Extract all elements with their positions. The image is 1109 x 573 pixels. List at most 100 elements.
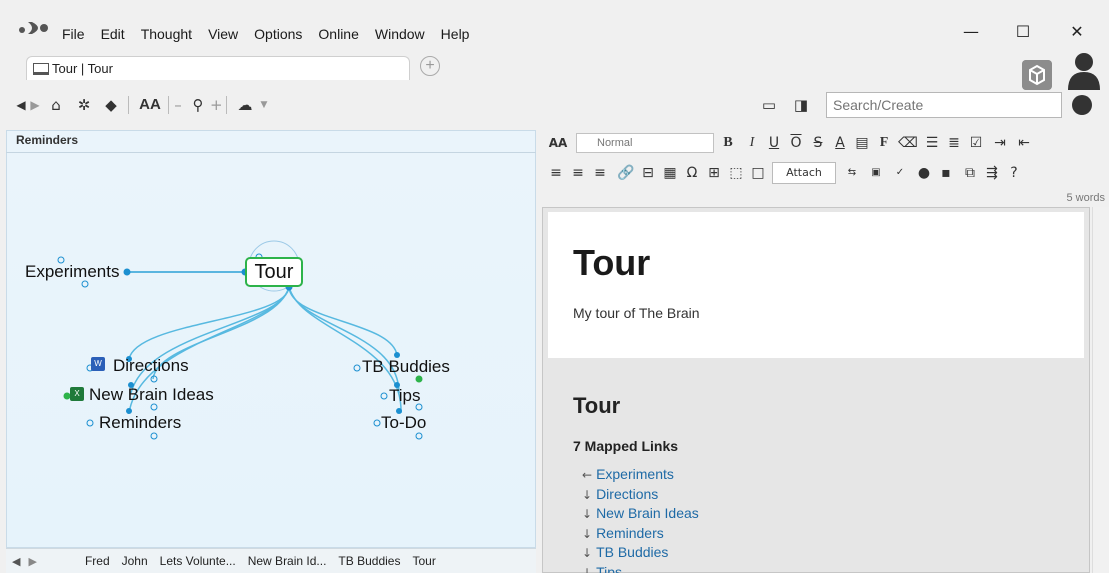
thought-tips[interactable]: Tips [389,386,421,406]
close-button[interactable]: ✕ [1054,18,1100,46]
tab-label: Tour | Tour [52,61,113,76]
maximize-button[interactable]: ☐ [1000,18,1046,46]
font-size-icon[interactable]: AA [136,94,164,116]
cloud-sync-icon[interactable]: ☁ [232,94,258,116]
zoom-in-icon[interactable]: + [210,94,223,116]
attach-button[interactable]: Attach [772,162,836,184]
link-icon[interactable]: 🔗 [616,163,636,183]
brain-cube-icon[interactable] [1022,60,1052,90]
notes-page[interactable] [548,212,1084,358]
book-icon[interactable]: □ [748,163,768,183]
horizontal-rule-icon[interactable]: ⊟ [638,163,658,183]
history-clock-icon[interactable] [1072,95,1092,115]
pin-fred[interactable]: Fred [85,554,110,568]
zoom-out-icon[interactable]: – [172,94,184,116]
collapse-icon[interactable]: ⇶ [982,163,1002,183]
spellcheck-options-icon[interactable]: ✓ [890,163,910,183]
thought-to-do[interactable]: To-Do [381,413,426,433]
thought-reminders[interactable]: Reminders [99,413,181,433]
italic-icon[interactable]: I [742,133,762,153]
menu-online[interactable]: Online [310,24,366,44]
toolbar-divider [168,96,169,114]
tab-tour[interactable]: Tour | Tour [26,56,410,80]
pins-forward-icon[interactable]: ▶ [28,555,36,568]
mapped-link[interactable]: ↓ Reminders [582,524,699,544]
highlight-icon[interactable]: ▤ [852,133,872,153]
outdent-icon[interactable]: ⇤ [1014,133,1034,153]
underline-icon[interactable]: U [764,133,784,153]
brain-view-icon[interactable]: ✲ [72,94,96,116]
mapped-link[interactable]: ↓ New Brain Ideas [582,504,699,524]
plex-view[interactable]: Experiments Tour W Directions X New Brai… [6,130,536,548]
mapped-link[interactable]: ↓ Tips [582,563,699,573]
menu-window[interactable]: Window [367,24,433,44]
numbered-list-icon[interactable]: ≣ [944,133,964,153]
mapped-link[interactable]: ↓ Directions [582,485,699,505]
text-color-icon[interactable]: A [830,133,850,153]
align-left-icon[interactable]: ≡ [546,163,566,183]
checkbox-icon[interactable]: ☑ [966,133,986,153]
font-size-icon[interactable]: AA [546,133,570,153]
pin-john[interactable]: John [122,554,148,568]
replace-icon[interactable]: ⇆ [842,163,862,183]
search-input[interactable] [826,92,1062,118]
layout-icon[interactable]: ⚲ [186,94,210,116]
pin-new-brain-ideas[interactable]: New Brain Id... [248,554,327,568]
notes-body[interactable]: My tour of The Brain [573,305,700,321]
paragraph-style-select[interactable]: Normal [576,133,714,153]
menu-file[interactable]: File [62,24,93,44]
back-icon[interactable]: ◀ [14,94,28,116]
pins-back-icon[interactable]: ◀ [12,555,20,568]
calendar-icon[interactable]: ▦ [660,163,680,183]
notes-scrollbar[interactable] [1092,207,1109,573]
minimize-button[interactable]: — [948,18,994,46]
thought-tb-buddies[interactable]: TB Buddies [362,357,450,377]
plex-links [57,240,423,440]
notes-title: Tour [573,242,651,283]
print-icon[interactable]: ▪ [936,163,956,183]
thought-experiments[interactable]: Experiments [25,262,119,282]
export-icon[interactable]: ⧉ [960,163,980,183]
menu-thought[interactable]: Thought [133,24,200,44]
user-account-icon[interactable] [1066,50,1102,90]
spy-icon[interactable]: ● [914,163,934,183]
home-icon[interactable]: ⌂ [44,94,68,116]
font-icon[interactable]: F [874,133,894,153]
layout-right-icon[interactable]: ◨ [790,94,812,116]
menu-view[interactable]: View [200,24,246,44]
mapped-link[interactable]: ← Experiments [582,465,699,485]
strikethrough-icon[interactable]: S [808,133,828,153]
menu-edit[interactable]: Edit [93,24,133,44]
help-icon[interactable]: ? [1004,163,1024,183]
spellcheck-icon[interactable]: ▣ [866,163,886,183]
tag-icon[interactable]: ◆ [100,94,122,116]
indent-icon[interactable]: ⇥ [990,133,1010,153]
layout-bottom-icon[interactable]: ▭ [758,94,780,116]
pin-tour[interactable]: Tour [412,554,435,568]
align-right-icon[interactable]: ≡ [590,163,610,183]
bold-icon[interactable]: B [718,133,738,153]
word-count: 5 words [1066,192,1105,204]
chevron-down-icon[interactable]: ▼ [258,94,270,116]
symbol-icon[interactable]: Ω [682,163,702,183]
pin-tb-buddies[interactable]: TB Buddies [338,554,400,568]
mapped-links-heading: 7 Mapped Links [573,438,679,454]
thought-new-brain-ideas[interactable]: New Brain Ideas [89,385,214,405]
forward-icon[interactable]: ▶ [28,94,42,116]
align-center-icon[interactable]: ≡ [568,163,588,183]
thebrain-logo-icon[interactable] [18,18,50,38]
table-icon[interactable]: ⊞ [704,163,724,183]
window-icon [33,62,49,75]
active-thought[interactable]: Tour [245,257,303,287]
frame-icon[interactable]: ⬚ [726,163,746,183]
overline-icon[interactable]: O [786,133,806,153]
bullet-list-icon[interactable]: ☰ [922,133,942,153]
menu-options[interactable]: Options [246,24,310,44]
add-tab-button[interactable]: + [420,56,440,76]
plex-divider [6,152,536,153]
pin-lets-volunteer[interactable]: Lets Volunte... [160,554,236,568]
mapped-link[interactable]: ↓ TB Buddies [582,543,699,563]
menu-help[interactable]: Help [433,24,478,44]
thought-directions[interactable]: Directions [113,356,189,376]
clear-format-icon[interactable]: ⌫ [898,133,918,153]
